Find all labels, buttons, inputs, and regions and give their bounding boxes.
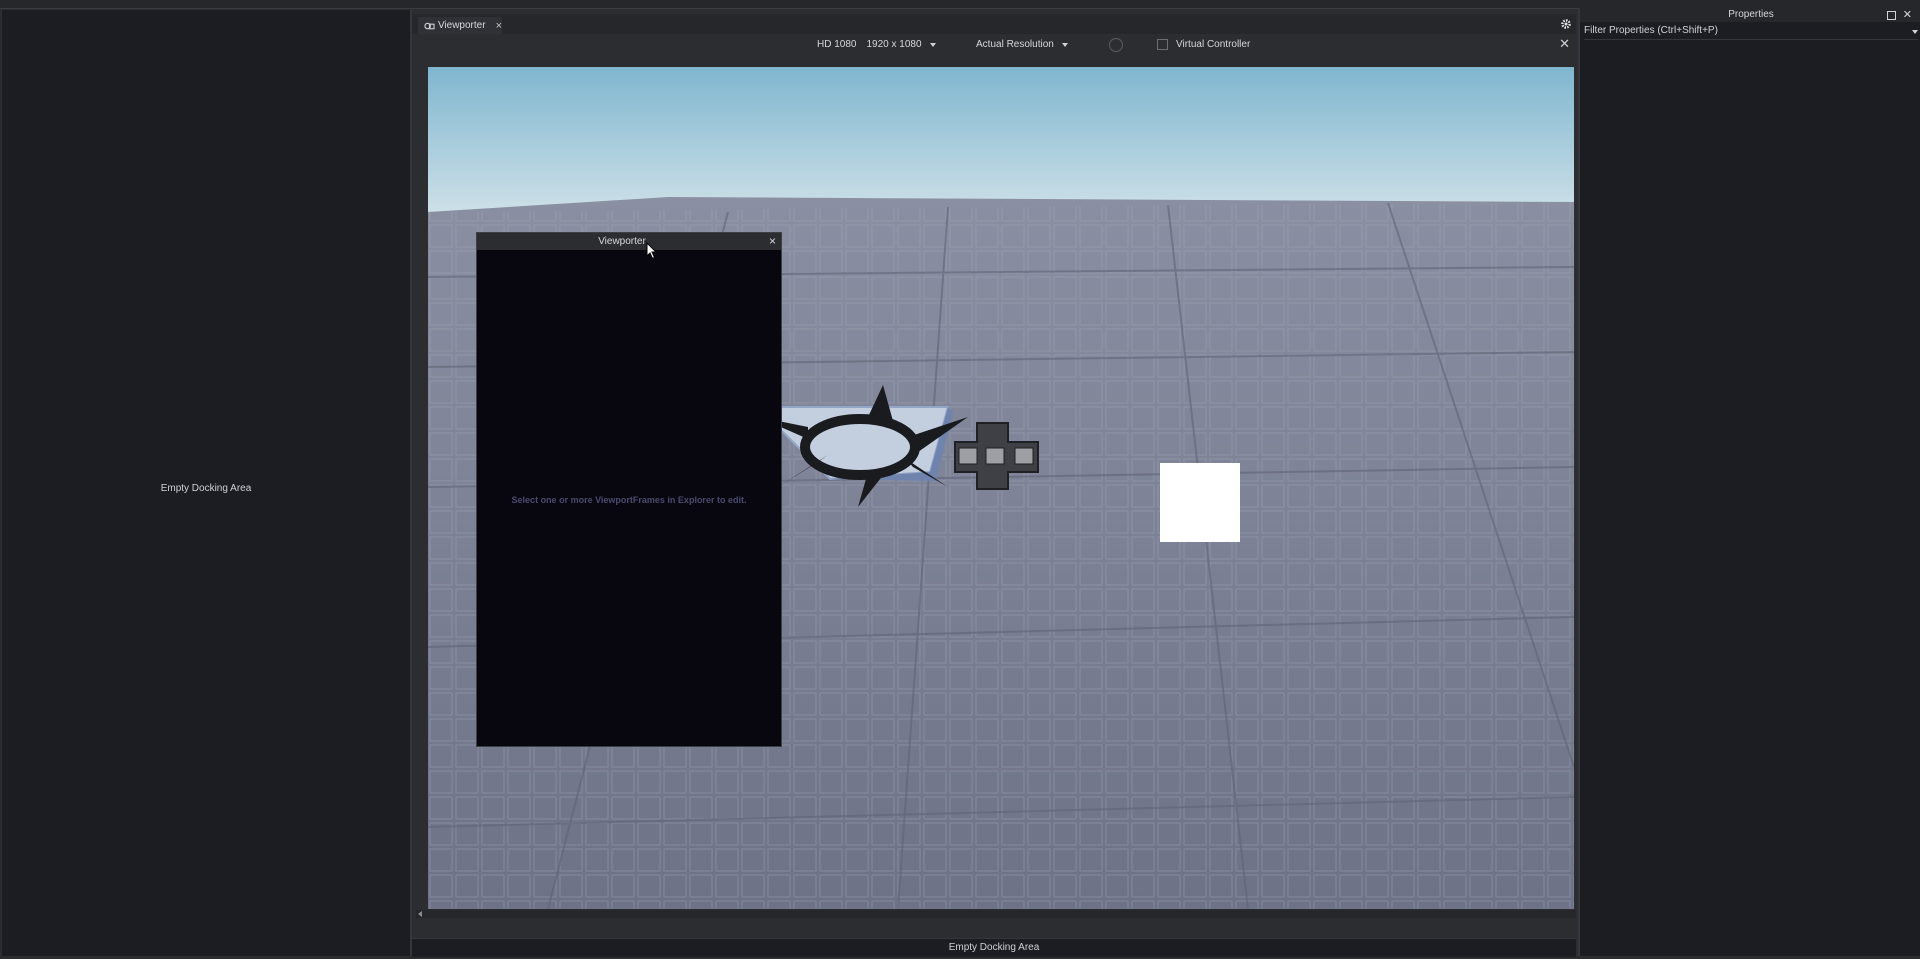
scale-label: Actual Resolution — [976, 39, 1054, 50]
left-docking-area: Empty Docking Area — [2, 10, 412, 956]
virtual-controller-checkbox[interactable] — [1157, 39, 1168, 50]
viewporter-tab-icon — [424, 22, 435, 29]
filter-placeholder: Filter Properties (Ctrl+Shift+P) — [1584, 25, 1718, 36]
chevron-down-icon[interactable] — [1912, 30, 1918, 34]
close-icon[interactable]: × — [769, 234, 776, 248]
tab-bar: Viewporter × — [412, 14, 1576, 34]
popout-icon[interactable] — [1887, 11, 1896, 20]
bottom-docking-label: Empty Docking Area — [948, 942, 1040, 953]
tab-close-icon[interactable]: × — [496, 20, 502, 32]
viewporter-title: Viewporter — [598, 236, 646, 247]
cursor-icon — [646, 242, 658, 260]
tab-label: Viewporter — [437, 20, 486, 31]
bottom-docking-area: Empty Docking Area — [412, 938, 1576, 957]
viewporter-titlebar[interactable]: Viewporter × — [477, 233, 781, 250]
viewporter-empty-message: Select one or more ViewportFrames in Exp… — [511, 495, 747, 505]
viewporter-window[interactable]: Viewporter × Select one or more Viewport… — [476, 232, 782, 747]
scale-selector[interactable]: Actual Resolution — [976, 39, 1068, 50]
chevron-down-icon — [1061, 42, 1068, 47]
gear-icon[interactable] — [1560, 18, 1572, 30]
horizontal-scrollbar[interactable] — [416, 910, 1576, 918]
close-icon[interactable]: ✕ — [1903, 8, 1912, 21]
device-selector[interactable]: HD 1080 1920 x 1080 — [817, 39, 936, 50]
close-icon[interactable]: ✕ — [1559, 36, 1570, 52]
properties-header: Properties ✕ — [1580, 8, 1920, 22]
viewport-toolbar: HD 1080 1920 x 1080 Actual Resolution Vi… — [412, 34, 1576, 56]
left-docking-label: Empty Docking Area — [160, 483, 252, 494]
sync-icon[interactable] — [1109, 38, 1123, 52]
properties-panel: Properties ✕ Filter Properties (Ctrl+Shi… — [1578, 8, 1920, 956]
filter-properties-input[interactable]: Filter Properties (Ctrl+Shift+P) — [1584, 25, 1918, 40]
tab-viewporter[interactable]: Viewporter × — [418, 17, 502, 34]
virtual-controller-label: Virtual Controller — [1176, 39, 1251, 50]
properties-title: Properties — [1728, 9, 1774, 20]
device-label: HD 1080 — [817, 39, 857, 50]
chevron-down-icon — [929, 42, 936, 47]
resolution-label: 1920 x 1080 — [866, 39, 922, 50]
scroll-left-icon[interactable] — [418, 911, 422, 917]
virtual-controller-toggle[interactable]: Virtual Controller — [1157, 39, 1250, 50]
